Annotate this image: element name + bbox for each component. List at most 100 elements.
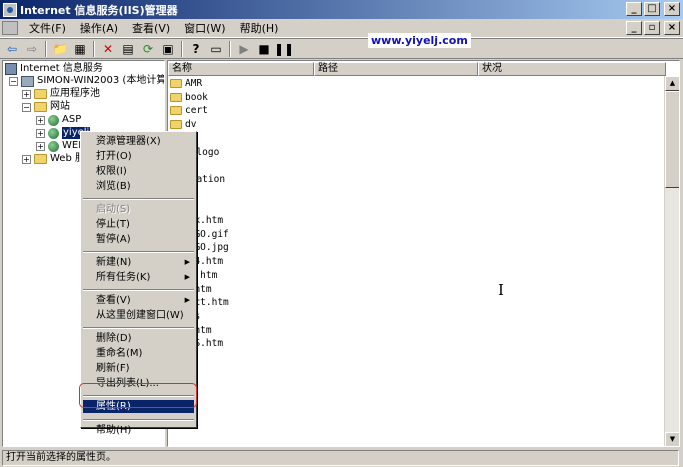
iis-icon [5, 63, 17, 75]
tree-node-web-extensions[interactable]: + Web 服 [22, 153, 85, 165]
context-menu-item[interactable]: 浏览(B) [83, 180, 194, 193]
context-menu-item-label: 资源管理器(X) [96, 136, 161, 147]
scroll-down-arrow-icon[interactable]: ▼ [665, 432, 679, 446]
menu-view[interactable]: 查看(V) [125, 20, 177, 37]
tree-node-site-asp[interactable]: + ASP [36, 114, 81, 126]
list-item-name: book [185, 91, 208, 103]
computer-icon[interactable]: ▭ [207, 40, 225, 57]
scroll-thumb[interactable] [665, 91, 679, 188]
help-icon[interactable]: ? [187, 40, 205, 57]
list-item[interactable]: AMR [170, 77, 202, 90]
show-tree-icon[interactable]: ▦ [71, 40, 89, 57]
back-arrow-icon[interactable]: ⇦ [3, 40, 21, 57]
website-globe-icon [48, 127, 59, 139]
content-list-pane[interactable]: 名称 路径 状况 AMRbookcertdvTk-logonulationeed… [167, 60, 680, 447]
context-menu-item[interactable]: 查看(V) ▶ [83, 294, 194, 307]
menu-bar: 文件(F) 操作(A) 查看(V) 窗口(W) 帮助(H) [0, 19, 683, 38]
up-folder-icon[interactable]: 📁 [51, 40, 69, 57]
context-menu-item[interactable]: 从这里创建窗口(W) [83, 309, 194, 322]
start-icon[interactable]: ▶ [235, 40, 253, 57]
title-bar: Internet 信息服务(IIS)管理器 _ □ × [0, 0, 683, 19]
folder-icon [34, 154, 47, 164]
vertical-scrollbar[interactable]: ▲ ▼ [664, 76, 679, 446]
tree-node-app-pools[interactable]: + 应用程序池 [22, 88, 100, 100]
context-menu-item[interactable]: 打开(O) [83, 150, 194, 163]
context-menu-item[interactable]: 帮助(H) [83, 424, 194, 437]
website-globe-icon [48, 114, 59, 126]
status-text: 打开当前选择的属性页。 [2, 449, 679, 466]
expand-icon[interactable]: + [22, 154, 31, 164]
mdi-minimize-button[interactable]: _ [626, 21, 642, 35]
context-menu-item[interactable]: 刷新(F) [83, 362, 194, 375]
menu-action[interactable]: 操作(A) [73, 20, 125, 37]
context-menu-item: 启动(S) [83, 203, 194, 216]
context-menu-item[interactable]: 资源管理器(X) [83, 135, 194, 148]
context-menu-item[interactable]: 权限(I) [83, 165, 194, 178]
console-window-icon[interactable] [2, 21, 18, 35]
context-menu-item-label: 暂停(A) [96, 234, 131, 245]
refresh-icon[interactable]: ⟳ [139, 40, 157, 57]
list-item-name: cert [185, 105, 208, 117]
folder-icon [170, 92, 182, 102]
context-menu-item-label: 帮助(H) [96, 425, 132, 436]
toolbar: ⇦ ⇨ 📁 ▦ ✕ ▤ ⟳ ▣ ? ▭ ▶ ■ ❚❚ [0, 38, 683, 59]
column-header-status[interactable]: 状况 [478, 62, 666, 76]
list-item[interactable]: cert [170, 104, 208, 117]
context-menu-item[interactable]: 新建(N) ▶ [83, 256, 194, 269]
tree-node-label: Internet 信息服务 [20, 63, 103, 74]
scroll-up-arrow-icon[interactable]: ▲ [665, 76, 679, 91]
context-menu-item[interactable]: 删除(D) [83, 332, 194, 345]
context-menu-item[interactable]: 重命名(M) [83, 347, 194, 360]
expand-icon[interactable]: + [36, 115, 45, 125]
properties-icon[interactable]: ▤ [119, 40, 137, 57]
toolbar-separator [229, 40, 231, 57]
stop-icon[interactable]: ■ [255, 40, 273, 57]
menu-window[interactable]: 窗口(W) [177, 20, 232, 37]
context-menu-item-label: 从这里创建窗口(W) [96, 310, 184, 321]
mdi-close-button[interactable]: × [664, 21, 680, 35]
minimize-button[interactable]: _ [626, 2, 642, 16]
menu-separator [83, 419, 194, 421]
close-button[interactable]: × [664, 2, 680, 16]
tree-node-site-web[interactable]: + WEB [36, 140, 85, 152]
context-menu-item[interactable]: 停止(T) [83, 218, 194, 231]
list-item-name: dv [185, 119, 197, 131]
context-menu-item-label: 打开(O) [96, 151, 132, 162]
toolbar-separator [181, 40, 183, 57]
expand-icon[interactable]: + [36, 128, 45, 138]
expand-icon[interactable]: + [22, 89, 31, 99]
menu-separator [83, 198, 194, 200]
submenu-arrow-icon: ▶ [184, 273, 190, 281]
tree-node-computer[interactable]: − SIMON-WIN2003 (本地计算机) [9, 75, 164, 87]
mdi-restore-button[interactable]: ▫ [644, 21, 660, 35]
list-item[interactable]: book [170, 91, 208, 104]
maximize-button[interactable]: □ [644, 2, 660, 16]
collapse-icon[interactable]: − [22, 102, 31, 112]
forward-arrow-icon[interactable]: ⇨ [23, 40, 41, 57]
folder-icon [170, 106, 182, 116]
context-menu-item-label: 所有任务(K) [96, 272, 151, 283]
context-menu-item-label: 权限(I) [96, 166, 127, 177]
menu-file[interactable]: 文件(F) [22, 20, 73, 37]
menu-help[interactable]: 帮助(H) [233, 20, 286, 37]
context-menu-item[interactable]: 所有任务(K) ▶ [83, 271, 194, 284]
collapse-icon[interactable]: − [9, 76, 18, 86]
computer-icon [21, 75, 34, 87]
tree-node-root[interactable]: Internet 信息服务 [5, 63, 103, 75]
iis-app-icon[interactable] [3, 2, 17, 17]
context-menu-item-label: 重命名(M) [96, 348, 143, 359]
list-item[interactable]: dv [170, 118, 196, 131]
column-header-path[interactable]: 路径 [314, 62, 478, 76]
folder-icon [170, 120, 182, 130]
expand-icon[interactable]: + [36, 141, 45, 151]
context-menu-item[interactable]: 暂停(A) [83, 233, 194, 246]
tree-node-websites[interactable]: − 网站 [22, 101, 70, 113]
tree-node-label: ASP [62, 114, 82, 125]
pause-icon[interactable]: ❚❚ [274, 40, 294, 57]
column-header-name[interactable]: 名称 [168, 62, 314, 76]
website-globe-icon [48, 140, 59, 152]
delete-icon[interactable]: ✕ [99, 40, 117, 57]
export-list-icon[interactable]: ▣ [159, 40, 177, 57]
toolbar-separator [93, 40, 95, 57]
folder-icon [170, 79, 182, 88]
